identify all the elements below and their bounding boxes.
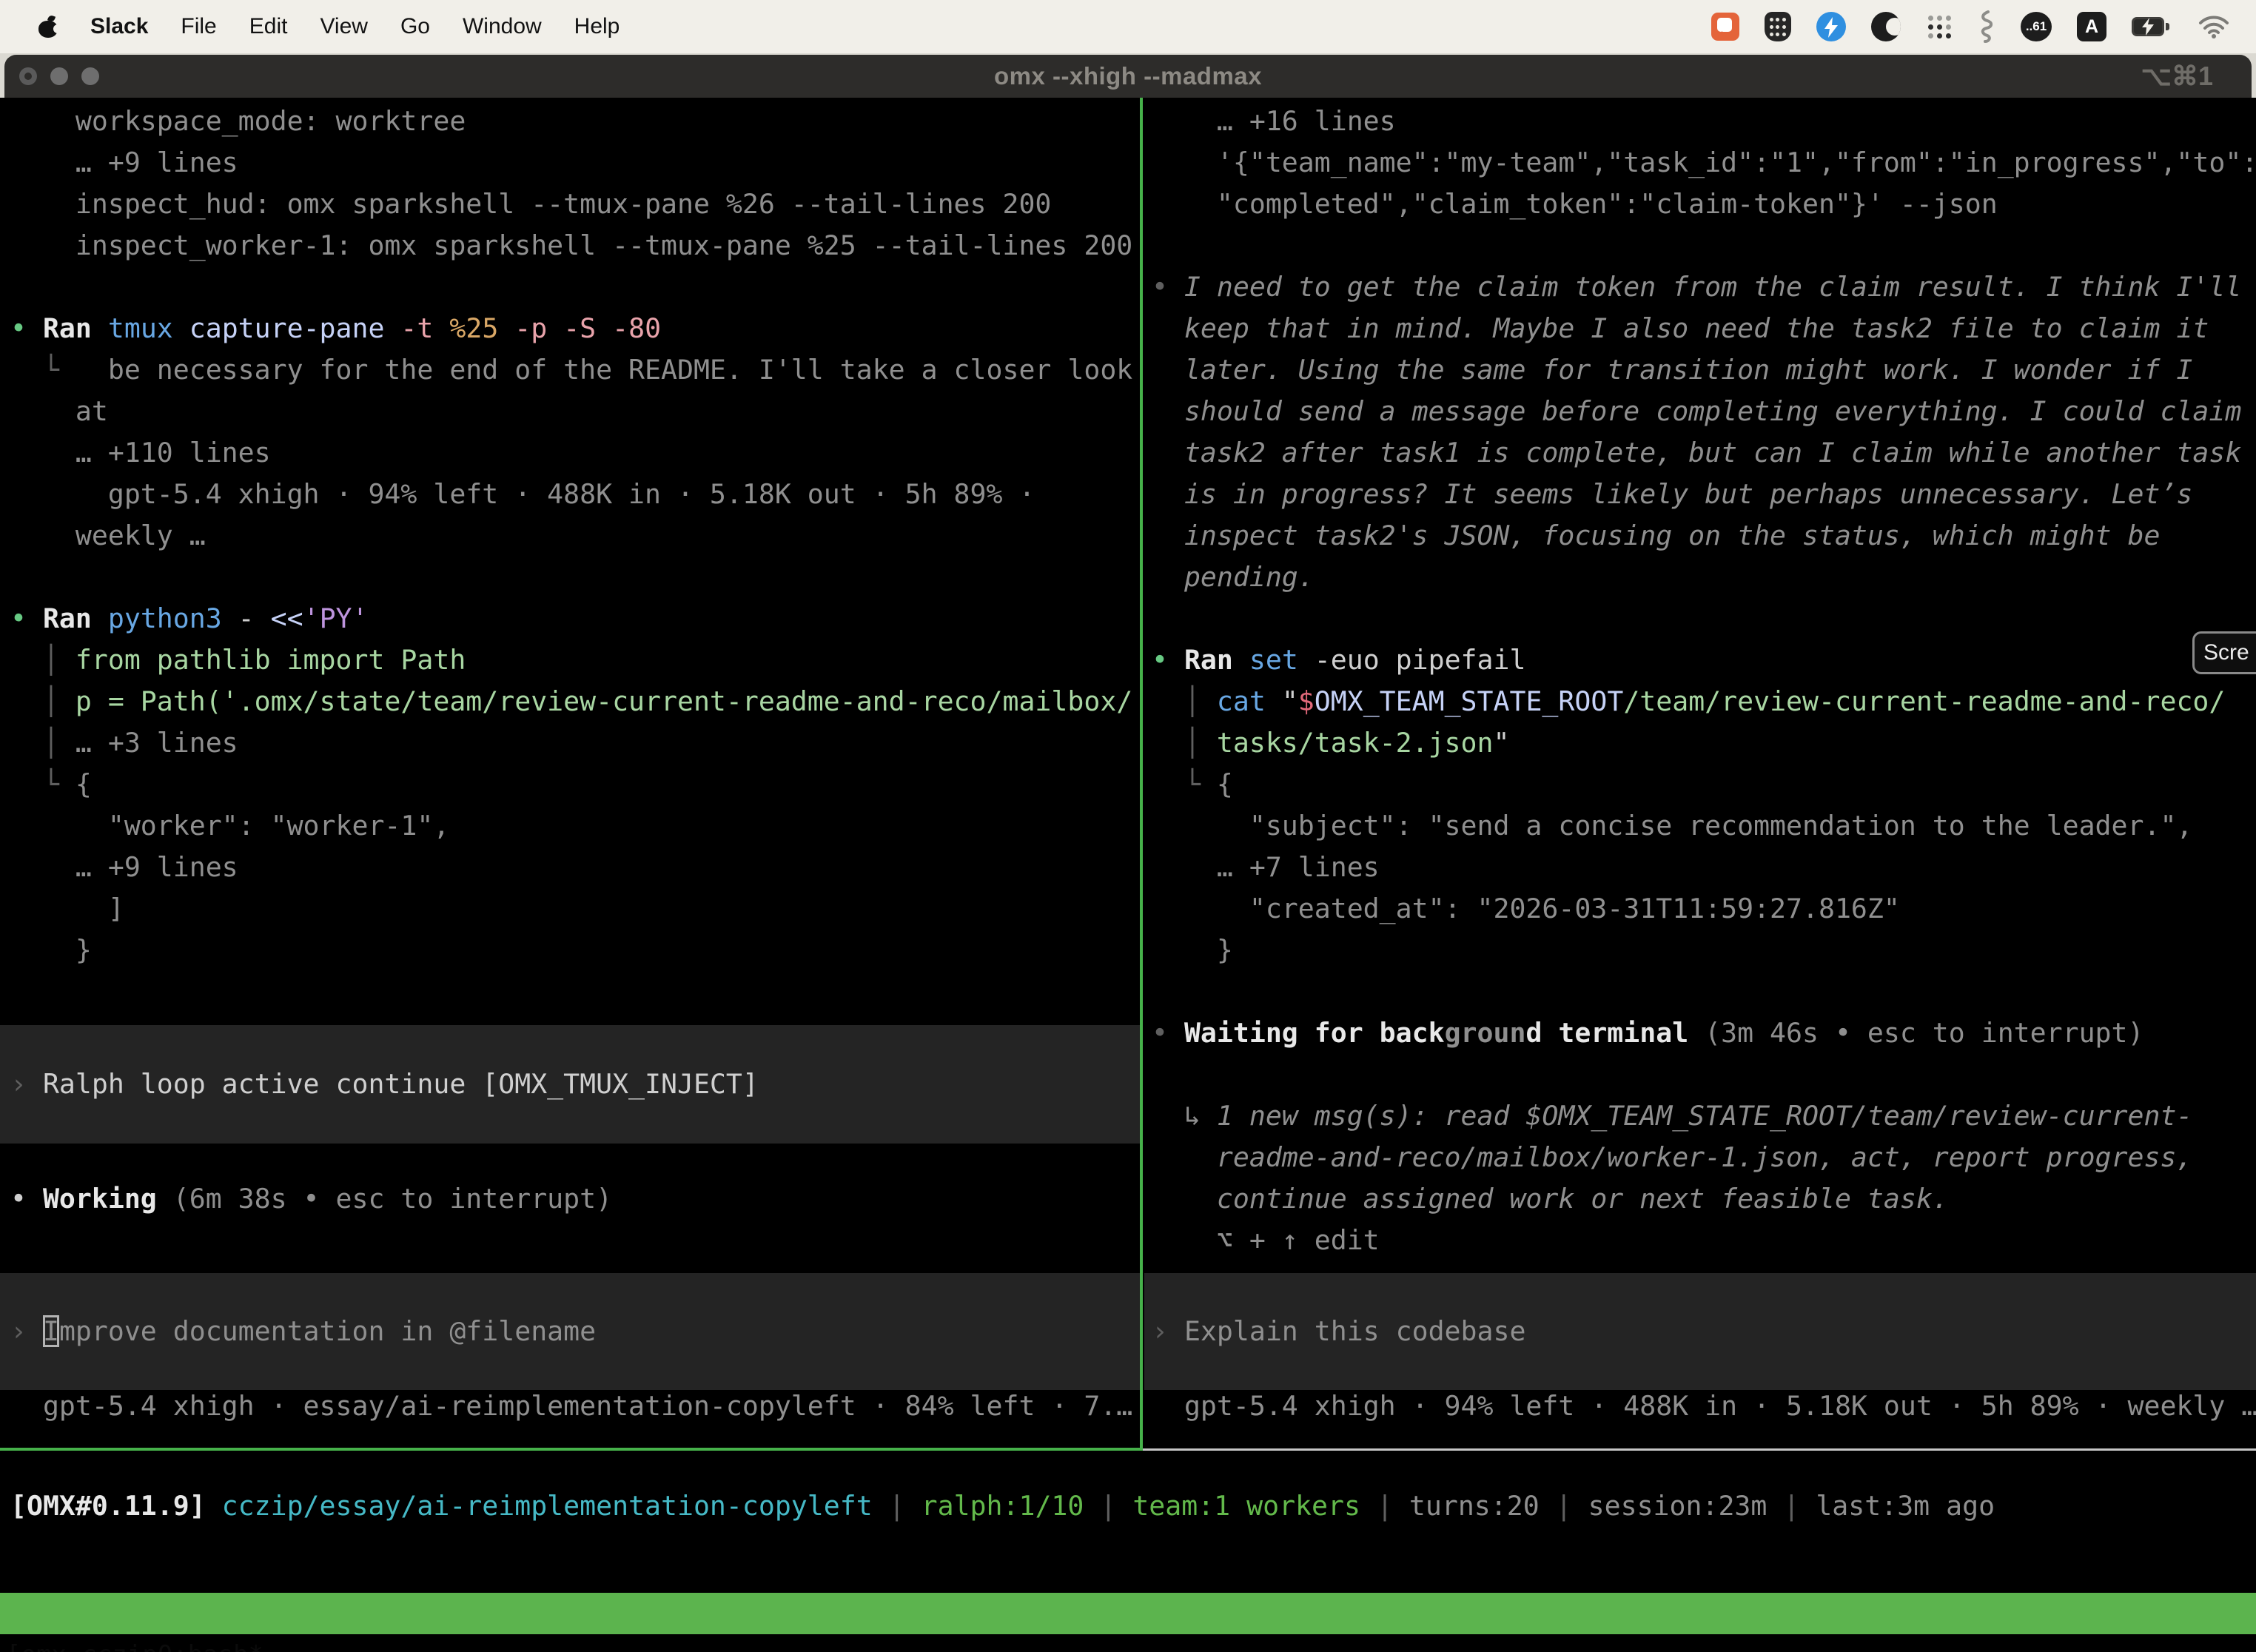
menu-bar-status-icons: ..61 A [1711, 0, 2229, 53]
pane-border-bottom-left [0, 1448, 1143, 1451]
terminal-line: … +9 lines [0, 142, 1140, 184]
terminal-line: … +16 lines [1144, 101, 2256, 142]
squiggle-icon[interactable] [1978, 10, 1995, 43]
terminal-line: • Working (6m 38s • esc to interrupt) [0, 1178, 1140, 1220]
menu-item-file[interactable]: File [181, 14, 216, 39]
ralph-loop-banner: › Ralph loop active continue [OMX_TMUX_I… [0, 1025, 1140, 1144]
tmux-status-bar: [omx-cczip0:bash* "MacBook-Pro-44.local"… [0, 1593, 2256, 1634]
tmux-session-window: [omx-cczip0:bash* [6, 1634, 263, 1652]
window-title: omx --xhigh --madmax [4, 55, 2252, 98]
terminal-line: └ be necessary for the end of the README… [0, 349, 1140, 391]
terminal-line: inspect task2's JSON, focusing on the st… [1144, 515, 2256, 557]
a-app-icon[interactable]: A [2077, 12, 2106, 41]
terminal-line: gpt-5.4 xhigh · 94% left · 488K in · 5.1… [1144, 1386, 2256, 1427]
terminal-line: "completed","claim_token":"claim-token"}… [1144, 184, 2256, 225]
terminal-line: ] [0, 888, 1140, 930]
terminal-line: } [1144, 930, 2256, 971]
menu-items: File Edit View Go Window Help [181, 14, 620, 39]
apple-logo-icon [38, 16, 58, 38]
screen: Slack File Edit View Go Window Help ..61 A [0, 0, 2256, 1652]
menu-item-help[interactable]: Help [574, 14, 620, 39]
terminal-line: ↳ 1 new msg(s): read $OMX_TEAM_STATE_ROO… [1144, 1095, 2256, 1137]
pane-border-bottom-right [1143, 1448, 2256, 1451]
terminal-line: continue assigned work or next feasible … [1144, 1178, 2256, 1220]
crescent-icon[interactable] [1871, 12, 1901, 41]
pane-divider[interactable] [1140, 98, 1143, 1448]
terminal-line: inspect_worker-1: omx sparkshell --tmux-… [0, 225, 1140, 266]
keypad-icon[interactable] [1765, 12, 1791, 41]
terminal-line: is in progress? It seems likely but perh… [1144, 474, 2256, 515]
menu-item-edit[interactable]: Edit [249, 14, 288, 39]
blue-badge-icon[interactable] [1816, 12, 1846, 41]
terminal-line: gpt-5.4 xhigh · 94% left · 488K in · 5.1… [0, 474, 1140, 515]
window-title-bar[interactable]: omx --xhigh --madmax ⌥⌘1 [4, 55, 2252, 98]
battery-charging-icon[interactable] [2132, 17, 2173, 36]
prompt-input-left[interactable]: › Improve documentation in @filename [0, 1273, 1140, 1390]
terminal-line: └ { [0, 764, 1140, 805]
terminal-line: gpt-5.4 xhigh · essay/ai-reimplementatio… [0, 1386, 1140, 1427]
terminal: workspace_mode: worktree … +9 lines insp… [0, 98, 2256, 1652]
terminal-line: • Ran set -euo pipefail [1144, 639, 2256, 681]
terminal-line: • Waiting for background terminal (3m 46… [1144, 1013, 2256, 1054]
menu-item-go[interactable]: Go [400, 14, 430, 39]
terminal-line: readme-and-reco/mailbox/worker-1.json, a… [1144, 1137, 2256, 1178]
prompt-input-right-text: › Explain this codebase [1144, 1311, 2256, 1352]
terminal-line: weekly … [0, 515, 1140, 557]
terminal-line: │ … +3 lines [0, 722, 1140, 764]
terminal-line: • I need to get the claim token from the… [1144, 266, 2256, 308]
dots-grid-icon[interactable] [1926, 13, 1953, 40]
terminal-line: … +9 lines [0, 847, 1140, 888]
terminal-line: "created_at": "2026-03-31T11:59:27.816Z" [1144, 888, 2256, 930]
window-shortcut-hint: ⌥⌘1 [2141, 55, 2213, 98]
terminal-line: • Ran tmux capture-pane -t %25 -p -S -80 [0, 308, 1140, 349]
terminal-line: inspect_hud: omx sparkshell --tmux-pane … [0, 184, 1140, 225]
terminal-line: └ { [1144, 764, 2256, 805]
terminal-line: • Ran python3 - <<'PY' [0, 598, 1140, 639]
pane-right[interactable]: … +16 lines '{"team_name":"my-team","tas… [1144, 98, 2256, 1448]
terminal-line: '{"team_name":"my-team","task_id":"1","f… [1144, 142, 2256, 184]
terminal-line: "subject": "send a concise recommendatio… [1144, 805, 2256, 847]
terminal-line: │ p = Path('.omx/state/team/review-curre… [0, 681, 1140, 722]
prompt-input-right[interactable]: › Explain this codebase [1144, 1273, 2256, 1390]
terminal-line: │ cat "$OMX_TEAM_STATE_ROOT/team/review-… [1144, 681, 2256, 722]
terminal-line: workspace_mode: worktree [0, 101, 1140, 142]
terminal-line: pending. [1144, 557, 2256, 598]
terminal-line: … +7 lines [1144, 847, 2256, 888]
terminal-line: keep that in mind. Maybe I also need the… [1144, 308, 2256, 349]
terminal-line: at [0, 391, 1140, 432]
terminal-line: should send a message before completing … [1144, 391, 2256, 432]
menu-item-view[interactable]: View [320, 14, 367, 39]
prompt-input-left-text: › Improve documentation in @filename [0, 1311, 1140, 1352]
omx-status-line: [OMX#0.11.9] cczip/essay/ai-reimplementa… [10, 1485, 1995, 1527]
terminal-line: │ from pathlib import Path [0, 639, 1140, 681]
terminal-line: } [0, 930, 1140, 971]
menu-item-window[interactable]: Window [463, 14, 542, 39]
screen-edge-tooltip: Scre [2192, 631, 2256, 674]
pane-left[interactable]: workspace_mode: worktree … +9 lines insp… [0, 98, 1140, 1448]
menu-bar: Slack File Edit View Go Window Help ..61 A [0, 0, 2256, 53]
terminal-line: "worker": "worker-1", [0, 805, 1140, 847]
wifi-icon[interactable] [2198, 15, 2229, 38]
screenshare-icon[interactable] [1711, 13, 1739, 41]
ralph-loop-banner-text: › Ralph loop active continue [OMX_TMUX_I… [0, 1064, 1140, 1105]
terminal-line: │ tasks/task-2.json" [1144, 722, 2256, 764]
terminal-line: ⌥ + ↑ edit [1144, 1220, 2256, 1261]
menu-app-name[interactable]: Slack [90, 14, 148, 39]
badge-61-icon[interactable]: ..61 [2021, 12, 2052, 41]
apple-menu-icon[interactable] [38, 16, 58, 38]
terminal-line: … +110 lines [0, 432, 1140, 474]
terminal-line: later. Using the same for transition mig… [1144, 349, 2256, 391]
terminal-line: task2 after task1 is complete, but can I… [1144, 432, 2256, 474]
